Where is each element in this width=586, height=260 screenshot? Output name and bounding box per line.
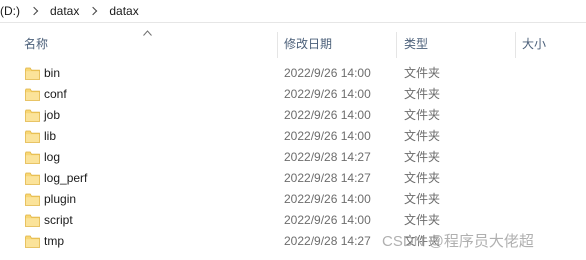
file-row[interactable]: plugin 2022/9/26 14:00 文件夹 bbox=[0, 189, 586, 210]
file-name[interactable]: job bbox=[44, 105, 60, 126]
file-modified-date: 2022/9/26 14:00 bbox=[284, 213, 371, 227]
file-modified-date: 2022/9/26 14:00 bbox=[284, 108, 371, 122]
folder-icon bbox=[25, 214, 40, 227]
file-row[interactable]: log 2022/9/28 14:27 文件夹 bbox=[0, 147, 586, 168]
file-modified-date: 2022/9/26 14:00 bbox=[284, 192, 371, 206]
chevron-right-icon[interactable] bbox=[89, 6, 99, 16]
file-type: 文件夹 bbox=[404, 129, 441, 143]
file-type: 文件夹 bbox=[404, 150, 441, 164]
column-header-type[interactable]: 类型 bbox=[404, 30, 428, 58]
file-type: 文件夹 bbox=[404, 171, 441, 185]
folder-icon bbox=[25, 67, 40, 80]
column-header-bar: 名称 修改日期 类型 大小 bbox=[0, 30, 586, 58]
file-row[interactable]: log_perf 2022/9/28 14:27 文件夹 bbox=[0, 168, 586, 189]
file-modified-date: 2022/9/28 14:27 bbox=[284, 171, 371, 185]
file-type: 文件夹 bbox=[404, 87, 441, 101]
folder-icon bbox=[25, 88, 40, 101]
watermark: CSDN @程序员大佬超 bbox=[382, 233, 534, 250]
breadcrumb-datax-parent[interactable]: datax bbox=[50, 4, 79, 18]
file-name[interactable]: bin bbox=[44, 63, 60, 84]
column-divider[interactable] bbox=[396, 32, 397, 58]
file-modified-date: 2022/9/26 14:00 bbox=[284, 129, 371, 143]
file-name[interactable]: conf bbox=[44, 84, 67, 105]
column-divider[interactable] bbox=[515, 32, 516, 58]
breadcrumb-datax-current[interactable]: datax bbox=[109, 4, 138, 18]
file-name[interactable]: log_perf bbox=[44, 168, 87, 189]
folder-icon bbox=[25, 235, 40, 248]
file-row[interactable]: job 2022/9/26 14:00 文件夹 bbox=[0, 105, 586, 126]
file-modified-date: 2022/9/26 14:00 bbox=[284, 87, 371, 101]
column-header-name[interactable]: 名称 bbox=[24, 30, 48, 58]
breadcrumb: (D:) datax datax bbox=[0, 0, 586, 23]
column-divider[interactable] bbox=[277, 32, 278, 58]
file-type: 文件夹 bbox=[404, 66, 441, 80]
file-row[interactable]: bin 2022/9/26 14:00 文件夹 bbox=[0, 63, 586, 84]
folder-icon bbox=[25, 193, 40, 206]
file-row[interactable]: script 2022/9/26 14:00 文件夹 bbox=[0, 210, 586, 231]
file-row[interactable]: conf 2022/9/26 14:00 文件夹 bbox=[0, 84, 586, 105]
column-header-date[interactable]: 修改日期 bbox=[284, 30, 332, 58]
file-modified-date: 2022/9/28 14:27 bbox=[284, 150, 371, 164]
file-type: 文件夹 bbox=[404, 192, 441, 206]
file-type: 文件夹 bbox=[404, 213, 441, 227]
file-modified-date: 2022/9/26 14:00 bbox=[284, 66, 371, 80]
breadcrumb-drive[interactable]: (D:) bbox=[0, 4, 20, 18]
file-row[interactable]: lib 2022/9/26 14:00 文件夹 bbox=[0, 126, 586, 147]
folder-icon bbox=[25, 151, 40, 164]
file-modified-date: 2022/9/28 14:27 bbox=[284, 234, 371, 248]
file-name[interactable]: plugin bbox=[44, 189, 76, 210]
file-type: 文件夹 bbox=[404, 108, 441, 122]
column-header-size[interactable]: 大小 bbox=[522, 30, 546, 58]
folder-icon bbox=[25, 109, 40, 122]
file-name[interactable]: script bbox=[44, 210, 73, 231]
file-name[interactable]: tmp bbox=[44, 231, 64, 252]
folder-icon bbox=[25, 130, 40, 143]
chevron-right-icon[interactable] bbox=[30, 6, 40, 16]
folder-icon bbox=[25, 172, 40, 185]
file-name[interactable]: lib bbox=[44, 126, 56, 147]
file-name[interactable]: log bbox=[44, 147, 60, 168]
